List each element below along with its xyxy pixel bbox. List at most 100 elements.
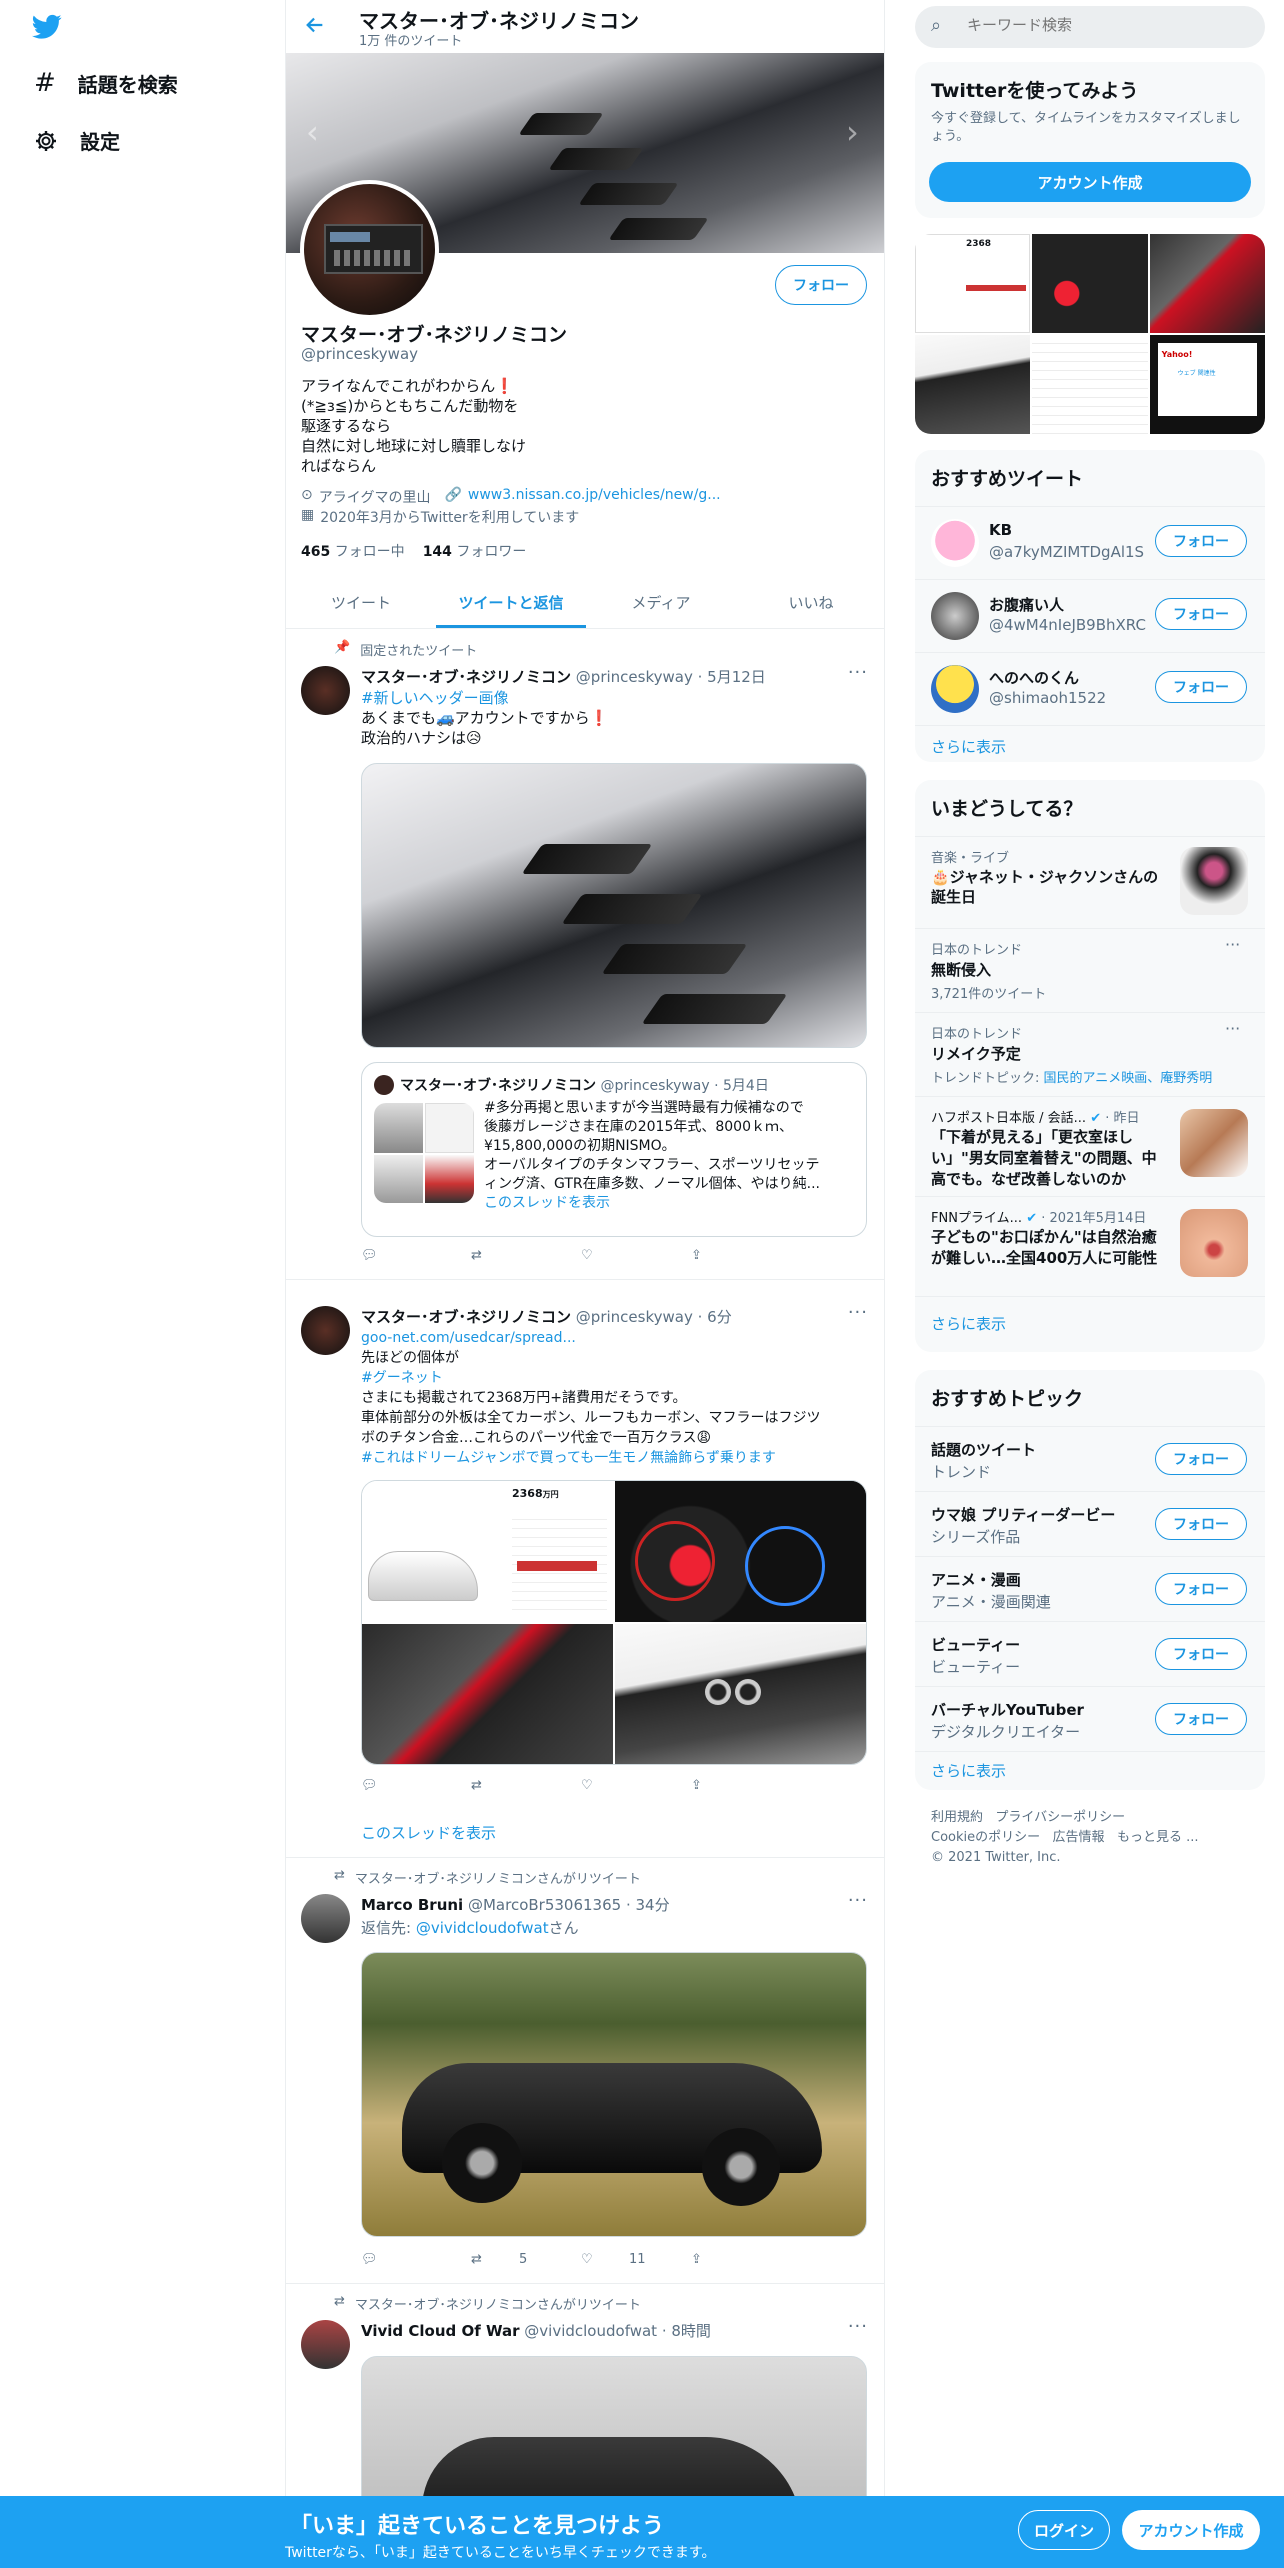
topic-item[interactable]: バーチャルYouTuber デジタルクリエイター フォロー <box>915 1686 1265 1751</box>
hashtag-link[interactable]: #グーネット <box>361 1368 866 1388</box>
url-link[interactable]: goo-net.com/usedcar/spread... <box>361 1328 866 1348</box>
like-button[interactable]: ♡ 11 <box>581 2252 671 2267</box>
media-thumb[interactable] <box>1032 335 1148 434</box>
footer-privacy-link[interactable]: プライバシーポリシー <box>995 1810 1125 1825</box>
tweet-retweeted[interactable]: ⇄ マスター･オブ･ネジリノミコンさんがリツイート Marco Bruni @Ma… <box>286 1858 884 2284</box>
topic-item[interactable]: アニメ・漫画 アニメ・漫画関連 フォロー <box>915 1556 1265 1621</box>
follow-button[interactable]: フォロー <box>1155 1638 1247 1670</box>
author-name[interactable]: Vivid Cloud Of War <box>361 2322 520 2340</box>
signup-button[interactable]: アカウント作成 <box>1122 2510 1260 2550</box>
avatar[interactable] <box>301 2320 350 2369</box>
media-thumb[interactable]: 2368 <box>915 234 1031 333</box>
hashtag-link[interactable]: #新しいヘッダー画像 <box>361 688 866 708</box>
user-name[interactable]: お腹痛い人 <box>989 594 1064 615</box>
follow-button[interactable]: フォロー <box>1155 525 1247 557</box>
follow-button[interactable]: フォロー <box>1155 1508 1247 1540</box>
footer-cookie-link[interactable]: Cookieのポリシー <box>931 1830 1040 1845</box>
media-thumb[interactable] <box>1149 234 1265 333</box>
share-icon[interactable]: ⇪ <box>691 1248 781 1263</box>
author-handle[interactable]: @vividcloudofwat <box>524 2322 657 2340</box>
follow-button[interactable]: フォロー <box>775 265 867 305</box>
author-handle[interactable]: @MarcoBr53061365 <box>468 1896 621 1914</box>
tweet-image[interactable] <box>361 763 867 1048</box>
author-name[interactable]: Marco Bruni <box>361 1896 463 1914</box>
more-icon[interactable]: ··· <box>848 1302 868 1323</box>
reply-icon[interactable]: 💬︎ <box>361 1778 451 1793</box>
tweet-time[interactable]: · 34分 <box>626 1896 670 1914</box>
author-name[interactable]: マスター･オブ･ネジリノミコン <box>361 668 571 686</box>
share-icon[interactable]: ⇪ <box>691 2252 781 2267</box>
follow-button[interactable]: フォロー <box>1155 1573 1247 1605</box>
topic-item[interactable]: ウマ娘 プリティーダービー シリーズ作品 フォロー <box>915 1491 1265 1556</box>
retweet-button[interactable]: ⇄ 5 <box>471 2252 561 2267</box>
profile-avatar[interactable] <box>300 180 439 319</box>
tweet-pinned[interactable]: 📌 固定されたツイート マスター･オブ･ネジリノミコン @princeskyway… <box>286 630 884 1280</box>
avatar[interactable] <box>931 665 979 713</box>
more-icon[interactable]: ··· <box>848 1890 868 1911</box>
more-icon[interactable]: ··· <box>1225 935 1240 954</box>
tab-tweets[interactable]: ツイート <box>286 576 436 628</box>
recommended-user[interactable]: KB @a7kyMZIMTDgAl1S フォロー <box>915 506 1265 579</box>
more-icon[interactable]: ··· <box>1225 1019 1240 1038</box>
signup-button[interactable]: アカウント作成 <box>929 162 1251 202</box>
retweet-icon[interactable]: ⇄ <box>471 1248 561 1263</box>
topic-item[interactable]: ビューティー ビューティー フォロー <box>915 1621 1265 1686</box>
tweet-image[interactable] <box>615 1481 866 1622</box>
following-link[interactable]: 465 フォロー中 <box>301 541 405 561</box>
avatar[interactable] <box>931 519 979 567</box>
topic-item[interactable]: 話題のツイート トレンド フォロー <box>915 1426 1265 1491</box>
author-name[interactable]: マスター･オブ･ネジリノミコン <box>361 1308 571 1326</box>
news-item[interactable]: ハフポスト日本版 / 会話... ✔ · 昨日 「下着が見える」「更衣室ほしい」… <box>915 1096 1265 1196</box>
tweet-time[interactable]: · 6分 <box>698 1308 732 1326</box>
footer-more-link[interactable]: もっと見る ... <box>1117 1830 1199 1845</box>
show-more-link[interactable]: さらに表示 <box>915 725 1265 762</box>
tweet-image[interactable] <box>362 1623 613 1764</box>
show-thread-link[interactable]: このスレッドを表示 <box>361 1822 496 1843</box>
retweet-label[interactable]: マスター･オブ･ネジリノミコンさんがリツイート <box>355 2294 641 2313</box>
retweet-icon[interactable]: ⇄ <box>471 1778 561 1793</box>
more-icon[interactable]: ··· <box>848 662 868 683</box>
twitter-logo-icon[interactable] <box>32 14 62 44</box>
like-icon[interactable]: ♡ <box>581 1778 671 1793</box>
nav-settings[interactable]: 設定 <box>34 126 120 155</box>
tab-likes[interactable]: いいね <box>736 576 884 628</box>
footer-terms-link[interactable]: 利用規約 <box>931 1810 983 1825</box>
reply-icon[interactable]: 💬︎ <box>361 1248 451 1263</box>
like-icon[interactable]: ♡ <box>581 1248 671 1263</box>
avatar[interactable] <box>931 592 979 640</box>
share-icon[interactable]: ⇪ <box>691 1778 781 1793</box>
avatar[interactable] <box>301 1894 350 1943</box>
footer-ads-link[interactable]: 広告情報 <box>1053 1830 1105 1845</box>
back-arrow-icon[interactable] <box>304 14 326 40</box>
show-more-link[interactable]: さらに表示 <box>915 1751 1265 1790</box>
tweet-image[interactable] <box>615 1623 866 1764</box>
search-box[interactable]: ⌕ <box>915 6 1265 48</box>
user-name[interactable]: へのへのくん <box>989 667 1079 688</box>
media-thumb[interactable] <box>915 335 1031 434</box>
retweet-label[interactable]: マスター･オブ･ネジリノミコンさんがリツイート <box>355 1868 641 1887</box>
nav-explore[interactable]: # 話題を検索 <box>34 68 178 98</box>
profile-url[interactable]: www3.nissan.co.jp/vehicles/new/g... <box>468 487 721 507</box>
show-more-link[interactable]: さらに表示 <box>915 1296 1265 1352</box>
avatar[interactable] <box>301 666 350 715</box>
follow-button[interactable]: フォロー <box>1155 1443 1247 1475</box>
follow-button[interactable]: フォロー <box>1155 671 1247 703</box>
avatar[interactable] <box>301 1306 350 1355</box>
quoted-tweet[interactable]: マスター･オブ･ネジリノミコン @princeskyway · 5月4日 #多分… <box>361 1062 867 1237</box>
author-handle[interactable]: @princeskyway <box>576 668 693 686</box>
trend-topic-link[interactable]: 国民的アニメ映画、庵野秀明 <box>1044 1071 1213 1086</box>
tab-tweets-replies[interactable]: ツイートと返信 <box>436 576 586 628</box>
more-icon[interactable]: ··· <box>848 2316 868 2337</box>
hashtag-link[interactable]: #これはドリームジャンボで買っても一生モノ無論飾らず乗ります <box>361 1448 866 1468</box>
tweet-image[interactable] <box>361 1952 867 2237</box>
trend-item[interactable]: 音楽・ライブ 🎂ジャネット・ジャクソンさんの誕生日 <box>915 836 1265 928</box>
reply-to-link[interactable]: @vividcloudofwat <box>416 1919 549 1937</box>
reply-icon[interactable]: 💬︎ <box>361 2252 451 2267</box>
recommended-user[interactable]: へのへのくん @shimaoh1522 フォロー <box>915 652 1265 725</box>
tweet-time[interactable]: · 5月12日 <box>698 668 766 686</box>
tab-media[interactable]: メディア <box>586 576 736 628</box>
trend-item[interactable]: 日本のトレンド 無断侵入 3,721件のツイート ··· <box>915 928 1265 1012</box>
media-thumb[interactable] <box>1032 234 1148 333</box>
recommended-user[interactable]: お腹痛い人 @4wM4nIeJB9BhXRC フォロー <box>915 579 1265 652</box>
follow-button[interactable]: フォロー <box>1155 1703 1247 1735</box>
